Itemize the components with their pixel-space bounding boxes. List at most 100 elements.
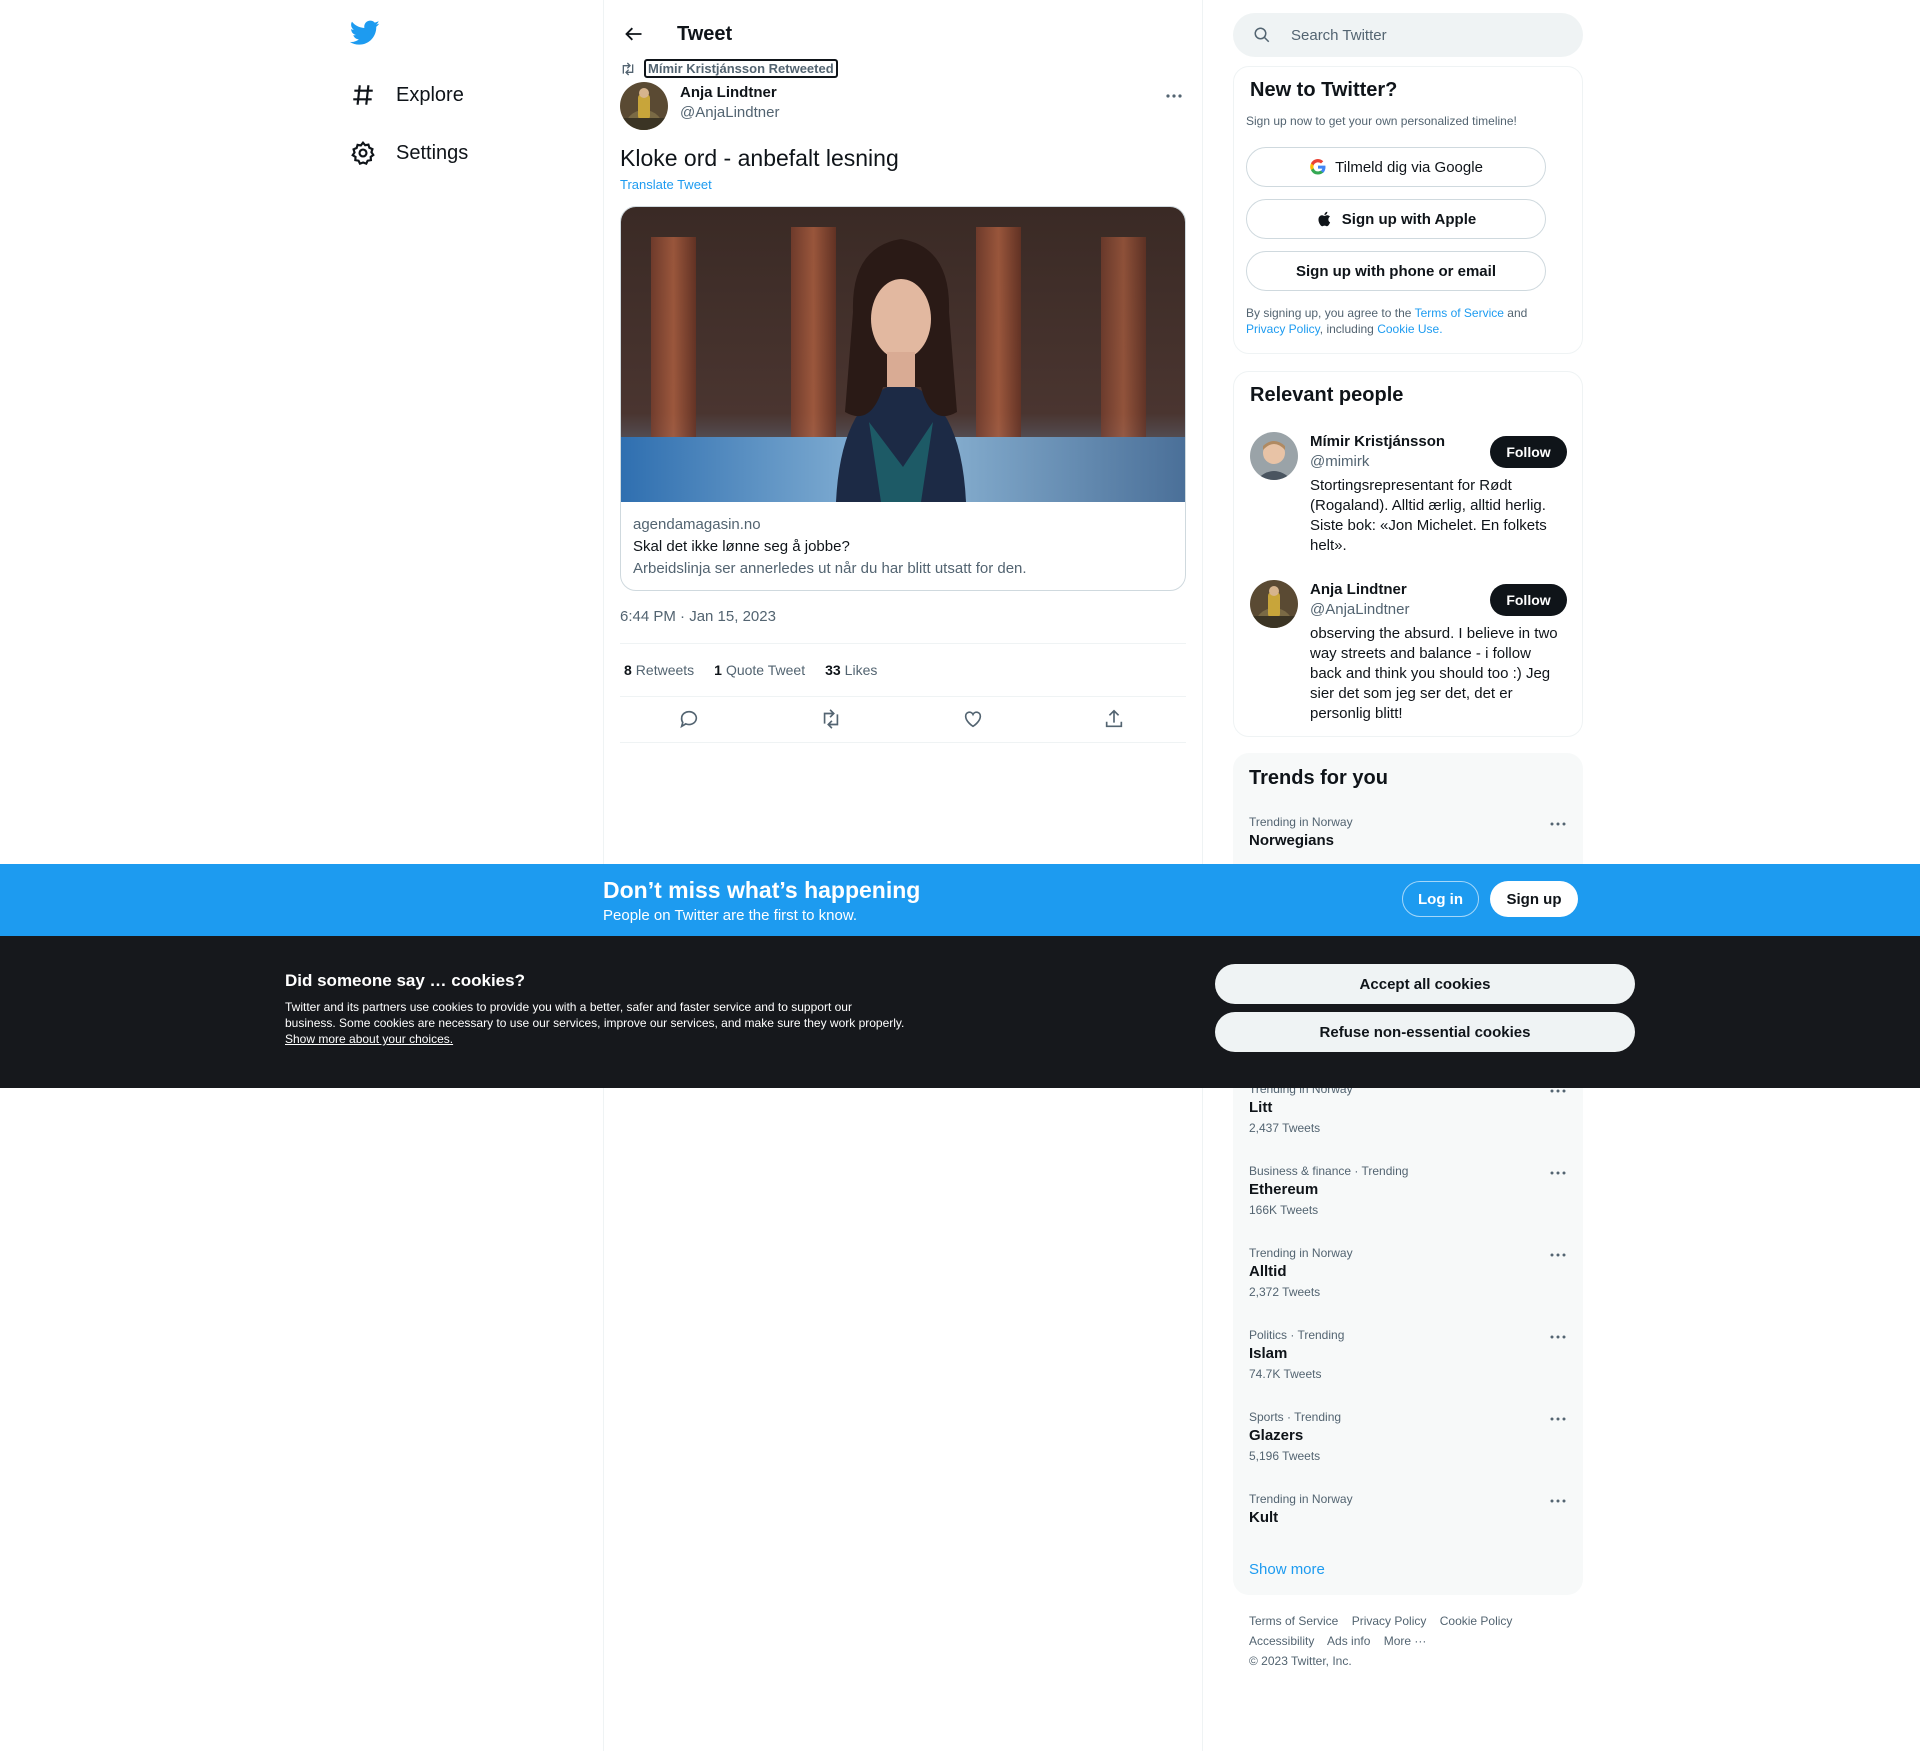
person-avatar[interactable] [1250,580,1298,628]
search-bar[interactable] [1233,13,1583,57]
phone-signup-button[interactable]: Sign up with phone or email [1246,251,1546,291]
footer-cookie: Cookie Policy [1439,1614,1513,1628]
apple-signup-button[interactable]: Sign up with Apple [1246,199,1546,239]
trends-title: Trends for you [1249,767,1388,789]
card-title: Skal det ikke lønne seg å jobbe? [633,538,850,555]
login-button[interactable]: Log in [1402,881,1479,917]
footer-terms-link[interactable]: Terms of Service [1249,1614,1348,1628]
author-avatar[interactable] [620,82,668,130]
person-handle[interactable]: @mimirk [1310,453,1369,470]
more-options-icon[interactable] [1549,1494,1567,1508]
google-signup-label: Tilmeld dig via Google [1335,158,1483,176]
nav-explore[interactable]: Explore [350,75,464,115]
trend-item[interactable]: Business & finance · Trending Ethereum 1… [1249,1164,1567,1217]
more-options-icon[interactable] [1549,1330,1567,1344]
trend-name: Norwegians [1249,832,1335,849]
footer-privacy-link[interactable]: Privacy Policy [1352,1614,1437,1628]
tweet-stats: 8 Retweets 1 Quote Tweet 33 Likes [620,643,1186,697]
trend-item[interactable]: Trending in Norway Kult [1249,1492,1567,1526]
footer-ads: Ads info [1327,1634,1371,1648]
search-icon [1253,26,1271,44]
trend-count: 166K Tweets [1249,1203,1319,1217]
trend-meta: Trending in Norway [1249,815,1353,829]
accept-cookies-button[interactable]: Accept all cookies [1215,964,1635,1004]
signup-button[interactable]: Sign up [1490,881,1578,917]
trend-count: 2,437 Tweets [1249,1121,1321,1135]
translate-tweet-link[interactable]: Translate Tweet [620,177,712,192]
search-input[interactable] [1291,26,1551,44]
likes-stat[interactable]: 33 Likes [825,662,877,678]
follow-button[interactable]: Follow [1490,584,1567,616]
share-icon[interactable] [1103,708,1127,732]
cookie-title: Did someone say … cookies? [285,971,525,990]
legal-prefix: By signing up, you agree to the [1246,306,1412,320]
likes-count: 33 [825,662,841,678]
trend-item[interactable]: Trending in Norway Norwegians [1249,815,1567,849]
retweets-stat[interactable]: 8 Retweets [624,662,694,678]
trend-item[interactable]: Trending in Norway Litt 2,437 Tweets [1249,1082,1567,1135]
google-signup-button[interactable]: Tilmeld dig via Google [1246,147,1546,187]
back-arrow-icon[interactable] [618,18,650,50]
person-avatar[interactable] [1250,432,1298,480]
retweeter-link[interactable]: Mímir Kristjánsson Retweeted [644,59,838,78]
new-to-twitter-box: New to Twitter? Sign up now to get your … [1233,66,1583,354]
author-name[interactable]: Anja Lindtner [680,84,777,101]
terms-link[interactable]: Terms of Service [1415,306,1504,320]
trend-name: Ethereum [1249,1181,1319,1198]
link-card[interactable]: agendamagasin.no Skal det ikke lønne seg… [620,206,1186,591]
retweet-context: Mímir Kristjánsson Retweeted [620,59,838,78]
new-to-twitter-subtitle: Sign up now to get your own personalized… [1246,114,1517,128]
retweet-icon[interactable] [820,708,844,732]
person-handle[interactable]: @AnjaLindtner [1310,601,1409,618]
footer-accessibility-link[interactable]: Accessibility [1249,1634,1324,1648]
apple-signup-label: Sign up with Apple [1341,210,1477,228]
footer-accessibility: Accessibility [1249,1634,1315,1648]
footer-terms: Terms of Service [1249,1614,1339,1628]
reply-icon[interactable] [678,708,702,732]
follow-button[interactable]: Follow [1490,436,1567,468]
retweets-label: Retweets [635,662,695,678]
card-description: Arbeidslinja ser annerledes ut når du ha… [633,560,1027,577]
refuse-cookies-button[interactable]: Refuse non-essential cookies [1215,1012,1635,1052]
footer-ads-link[interactable]: Ads info [1327,1634,1380,1648]
footer-privacy: Privacy Policy [1351,1614,1427,1628]
person-name[interactable]: Mímir Kristjánsson [1310,433,1445,450]
trend-name: Glazers [1249,1427,1304,1444]
more-options-icon[interactable] [1162,86,1186,106]
footer-more-link[interactable]: More ··· [1384,1634,1437,1648]
relevant-people-box: Relevant people Mímir Kristjánsson @mimi… [1233,371,1583,737]
nav-settings[interactable]: Settings [350,133,468,173]
cookie-use-link[interactable]: Cookie Use. [1377,322,1442,336]
trend-count: 2,372 Tweets [1249,1285,1321,1299]
banner-title: Don’t miss what’s happening [603,877,921,903]
tweet-timestamp[interactable]: 6:44 PM · Jan 15, 2023 [620,608,776,625]
show-more-link[interactable]: Show more [1249,1561,1325,1578]
trend-name: Litt [1249,1099,1273,1116]
trend-name: Kult [1249,1509,1279,1526]
person-name[interactable]: Anja Lindtner [1310,581,1407,598]
trend-item[interactable]: Trending in Norway Alltid 2,372 Tweets [1249,1246,1567,1299]
footer-cookie-link[interactable]: Cookie Policy [1440,1614,1523,1628]
trend-count: 5,196 Tweets [1249,1449,1321,1463]
author-handle[interactable]: @AnjaLindtner [680,104,779,121]
relevant-people-title: Relevant people [1250,384,1404,406]
more-options-icon[interactable] [1549,1166,1567,1180]
tweet-actions [620,697,1186,743]
more-options-icon[interactable] [1549,1248,1567,1262]
footer-links: Terms of Service Privacy Policy Cookie P… [1249,1611,1569,1671]
more-options-icon[interactable] [1549,817,1567,831]
trend-item[interactable]: Sports · Trending Glazers 5,196 Tweets [1249,1410,1567,1463]
twitter-logo-icon[interactable] [350,20,384,54]
cookie-banner: Did someone say … cookies? Twitter and i… [0,936,1920,1088]
privacy-link[interactable]: Privacy Policy [1246,322,1320,336]
signup-banner: Don’t miss what’s happening People on Tw… [0,864,1920,936]
gear-icon [350,140,376,166]
trend-name: Alltid [1249,1263,1287,1280]
trend-item[interactable]: Politics · Trending Islam 74.7K Tweets [1249,1328,1567,1381]
quotes-stat[interactable]: 1 Quote Tweet [714,662,805,678]
more-options-icon[interactable] [1549,1412,1567,1426]
cookie-choices-link[interactable]: Show more about your choices. [285,1032,453,1046]
tweet-text: Kloke ord - anbefalt lesning [620,145,899,171]
page-title: Tweet [677,22,733,45]
like-icon[interactable] [962,708,986,732]
